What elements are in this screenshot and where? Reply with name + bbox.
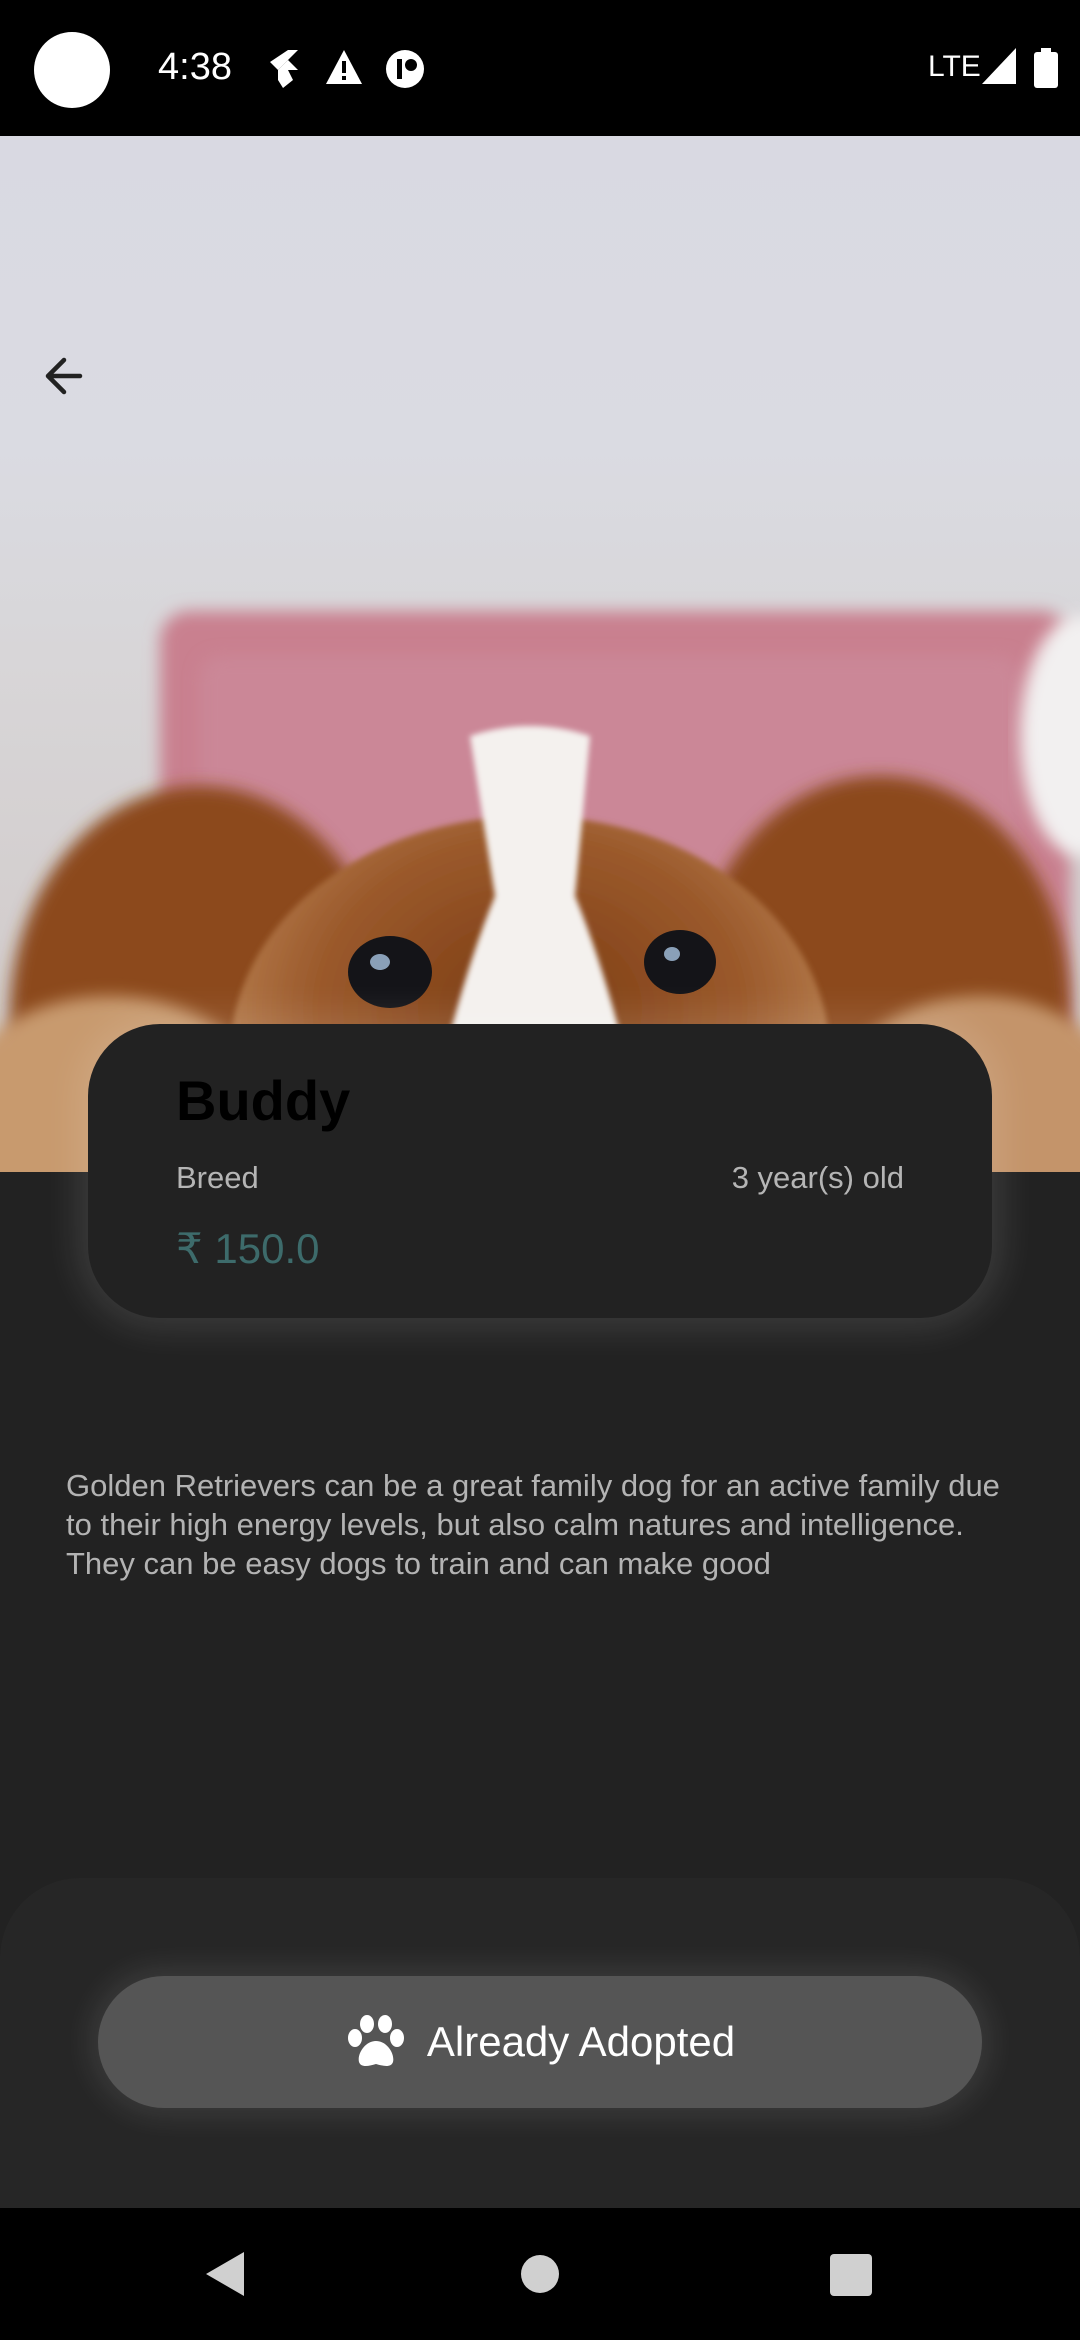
system-nav-bar [0, 2208, 1080, 2340]
pet-photo [0, 136, 1080, 1172]
dog-image [0, 611, 1080, 1172]
already-adopted-button[interactable]: Already Adopted [98, 1976, 982, 2108]
warning-icon [326, 50, 362, 84]
pet-description: Golden Retrievers can be a great family … [66, 1468, 1000, 1581]
signal-icon [982, 48, 1016, 84]
pet-breed: Breed [176, 1160, 259, 1195]
paw-icon [347, 2015, 404, 2066]
status-time: 4:38 [158, 46, 232, 88]
flutter-icon [270, 50, 298, 88]
already-adopted-label: Already Adopted [426, 2018, 736, 2065]
pet-price: ₹ 150.0 [176, 1225, 320, 1272]
network-type: LTE [928, 50, 981, 83]
pet-age: 3 year(s) old [731, 1160, 904, 1195]
sync-status-icon [386, 50, 424, 88]
camera-cutout [34, 32, 110, 108]
pet-name: Buddy [176, 1069, 351, 1132]
nav-home-icon[interactable] [520, 2254, 560, 2294]
pet-info-card: Buddy Breed 3 year(s) old ₹ 150.0 [88, 1024, 992, 1318]
bottom-action-panel: Already Adopted [0, 1878, 1080, 2208]
status-bar: 4:38 LTE [0, 0, 1080, 136]
battery-icon [1034, 48, 1058, 88]
app-screen: 4:38 LTE Buddy Breed 3 year(s) old ₹ 150… [0, 0, 1080, 2340]
nav-back-icon[interactable] [204, 2250, 248, 2298]
back-arrow-icon[interactable] [36, 346, 96, 406]
nav-recents-icon[interactable] [830, 2254, 872, 2296]
